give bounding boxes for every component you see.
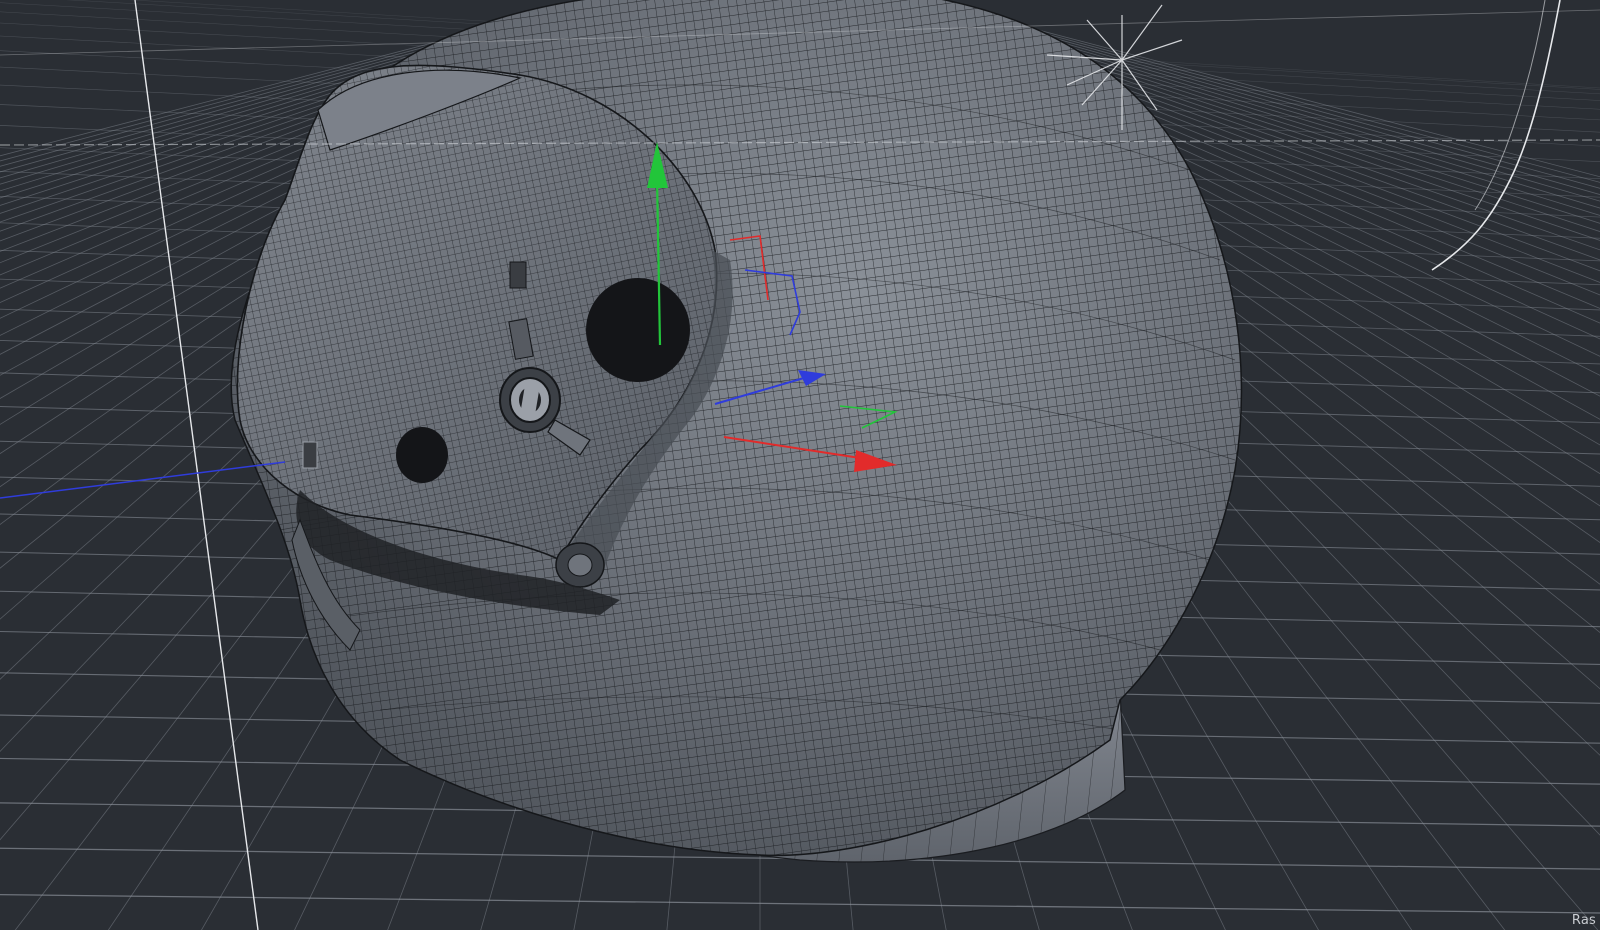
vent-hole-large[interactable] (586, 278, 690, 382)
vent-hole-small[interactable] (396, 427, 448, 483)
light-ray (1121, 39, 1183, 61)
grid-line (0, 893, 1600, 914)
frustum-line-left (134, 0, 259, 930)
3d-viewport[interactable]: Ras (0, 0, 1600, 930)
visor-latch[interactable] (302, 441, 318, 469)
chin-vent[interactable] (555, 542, 605, 588)
light-ray (1121, 4, 1163, 61)
world-axis-z (0, 461, 286, 499)
viewport-scene[interactable] (0, 0, 1600, 930)
viewport-corner-label: Ras (1571, 913, 1596, 928)
